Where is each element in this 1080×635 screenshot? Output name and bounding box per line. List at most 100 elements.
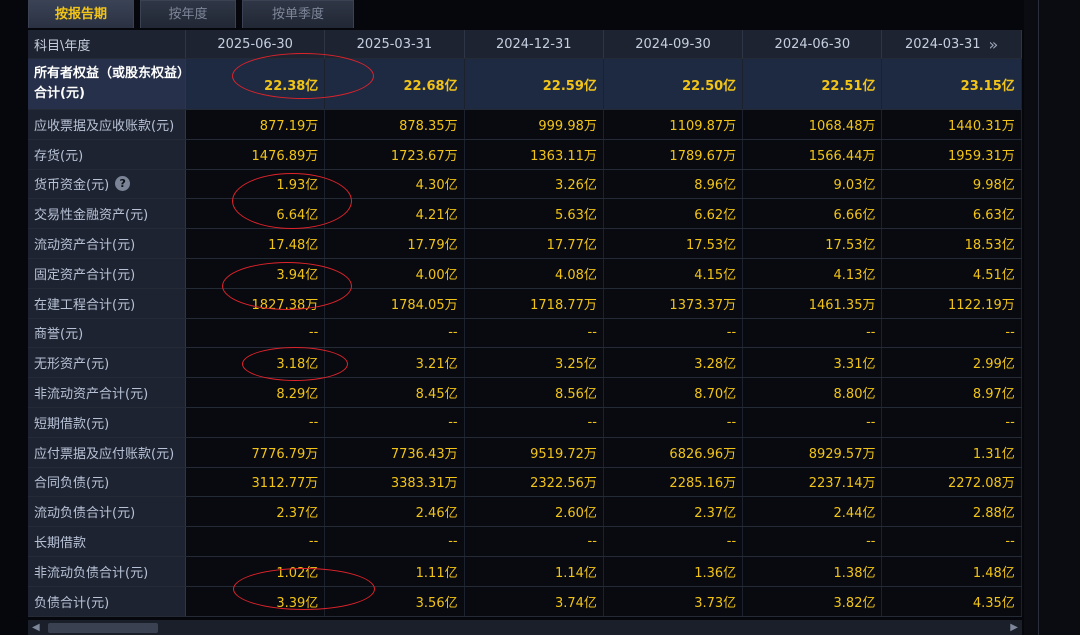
column-header: 2025-06-30 [186,30,326,58]
table-row: 在建工程合计(元) 1827.38万 1784.05万 1718.77万 1373.37… [28,288,1022,319]
value-cell: 9.98亿 [882,169,1022,199]
horizontal-scrollbar[interactable]: ◀ ▶ [28,620,1022,635]
value-cell: 2.60亿 [464,497,604,527]
row-label-text: 负债合计(元) [34,595,110,611]
row-label-text: 应付票据及应付账款(元) [34,446,175,462]
value-cell: 18.53亿 [882,229,1022,258]
value-cell: 2.37亿 [603,497,744,527]
row-label: 非流动资产合计(元) [28,378,186,407]
table-row: 交易性金融资产(元) 6.64亿 4.21亿 5.63亿 6.62亿 6.66亿 6.63亿 [28,199,1022,230]
value-cell: 8.56亿 [464,378,604,407]
value-cell: 7736.43万 [325,437,465,467]
row-label-text: 固定资产合计(元) [34,267,136,283]
value-cell: 4.30亿 [325,169,465,199]
value-cell: 6826.96万 [603,437,744,467]
value-cell: 3.28亿 [603,348,744,378]
table-row: 商誉(元) -- -- -- -- -- -- [28,318,1022,349]
value-cell: 6.62亿 [603,199,744,229]
value-cell: 2.88亿 [882,497,1022,527]
value-cell: 1.14亿 [464,556,604,586]
table-row: 非流动资产合计(元) 8.29亿 8.45亿 8.56亿 8.70亿 8.80亿 8.97亿 [28,378,1022,408]
tab-by-report-period[interactable]: 按报告期 [28,0,134,28]
value-cell: 2.37亿 [186,497,326,527]
value-cell: 1.02亿 [186,556,326,586]
row-label: 应收票据及应收账款(元) [28,110,186,139]
value-cell: 2.99亿 [882,348,1022,378]
row-label: 短期借款(元) [28,407,186,437]
value-cell: 3.73亿 [603,586,744,616]
row-label-text: 应收票据及应收账款(元) [34,118,175,134]
value-cell: 17.48亿 [186,229,326,258]
row-label-text: 非流动资产合计(元) [34,387,149,403]
scroll-left-icon[interactable]: ◀ [32,622,40,633]
table-row: 固定资产合计(元) 3.94亿 4.00亿 4.08亿 4.15亿 4.13亿 4.51亿 [28,258,1022,289]
value-cell: 5.63亿 [464,199,604,229]
value-cell: 1068.48万 [743,110,883,139]
table-row: 应付票据及应付账款(元) 7776.79万 7736.43万 9519.72万 6826… [28,437,1022,468]
balance-sheet-table: 科目\年度 2025-06-30 2025-03-31 2024-12-31 2… [28,30,1022,617]
value-cell: 1122.19万 [882,288,1022,318]
value-cell: 17.79亿 [325,229,465,258]
value-cell: 17.77亿 [464,229,604,258]
row-label: 长期借款 [28,527,186,556]
value-cell: 3.21亿 [325,348,465,378]
tab-by-quarter[interactable]: 按单季度 [242,0,354,28]
value-cell: 4.13亿 [743,258,883,288]
table-row: 货币资金(元)? 1.93亿 4.30亿 3.26亿 8.96亿 9.03亿 9.98亿 [28,169,1022,200]
value-cell: 3.31亿 [743,348,883,378]
value-cell: 8.96亿 [603,169,744,199]
column-header: 2025-03-31 [325,30,465,58]
value-cell: 8.80亿 [743,378,883,407]
scroll-right-icon[interactable]: ▶ [1010,622,1018,633]
value-cell: 3.94亿 [186,258,326,288]
row-label-text: 无形资产(元) [34,357,110,373]
row-label: 商誉(元) [28,318,186,348]
tab-by-year[interactable]: 按年度 [140,0,236,28]
value-cell: 3.56亿 [325,586,465,616]
row-label-text: 商誉(元) [34,327,84,343]
value-cell: 17.53亿 [743,229,883,258]
value-cell: 3.25亿 [464,348,604,378]
value-cell: 1959.31万 [882,139,1022,169]
row-label-text: 在建工程合计(元) [34,297,136,313]
value-cell: 1784.05万 [325,288,465,318]
scrollbar-thumb[interactable] [48,623,158,633]
table-row: 流动资产合计(元) 17.48亿 17.79亿 17.77亿 17.53亿 17.53亿 1… [28,229,1022,259]
column-header: 2024-12-31 [464,30,604,58]
value-cell: 1440.31万 [882,110,1022,139]
row-label: 流动负债合计(元) [28,497,186,527]
value-cell: 8.97亿 [882,378,1022,407]
row-label: 固定资产合计(元) [28,258,186,288]
value-cell: 3.18亿 [186,348,326,378]
double-chevron-right-icon[interactable]: » [989,35,999,54]
value-cell: 4.15亿 [603,258,744,288]
value-cell: -- [743,527,883,556]
value-cell: -- [186,318,326,348]
row-label: 应付票据及应付账款(元) [28,437,186,467]
value-cell: 23.15亿 [882,59,1022,109]
value-cell: -- [325,407,465,437]
value-cell: 877.19万 [186,110,326,139]
value-cell: 4.08亿 [464,258,604,288]
row-label: 所有者权益（或股东权益）合计(元) [28,59,186,109]
value-cell: 7776.79万 [186,437,326,467]
value-cell: -- [464,318,604,348]
value-cell: 8.70亿 [603,378,744,407]
value-cell: 1789.67万 [603,139,744,169]
value-cell: 1109.87万 [603,110,744,139]
value-cell: 1363.11万 [464,139,604,169]
row-label-text: 流动资产合计(元) [34,238,136,254]
value-cell: 2285.16万 [603,467,744,497]
value-cell: 2322.56万 [464,467,604,497]
value-cell: -- [186,527,326,556]
value-cell: 1723.67万 [325,139,465,169]
table-header-row: 科目\年度 2025-06-30 2025-03-31 2024-12-31 2… [28,30,1022,59]
row-label-text: 非流动负债合计(元) [34,565,149,581]
column-header: 2024-06-30 [743,30,883,58]
row-label-text: 合同负债(元) [34,476,110,492]
value-cell: -- [186,407,326,437]
help-icon[interactable]: ? [115,176,131,192]
row-label: 货币资金(元)? [28,169,186,199]
column-header: 2024-03-31 [904,36,981,52]
table-row: 流动负债合计(元) 2.37亿 2.46亿 2.60亿 2.37亿 2.44亿 2.88亿 [28,497,1022,528]
